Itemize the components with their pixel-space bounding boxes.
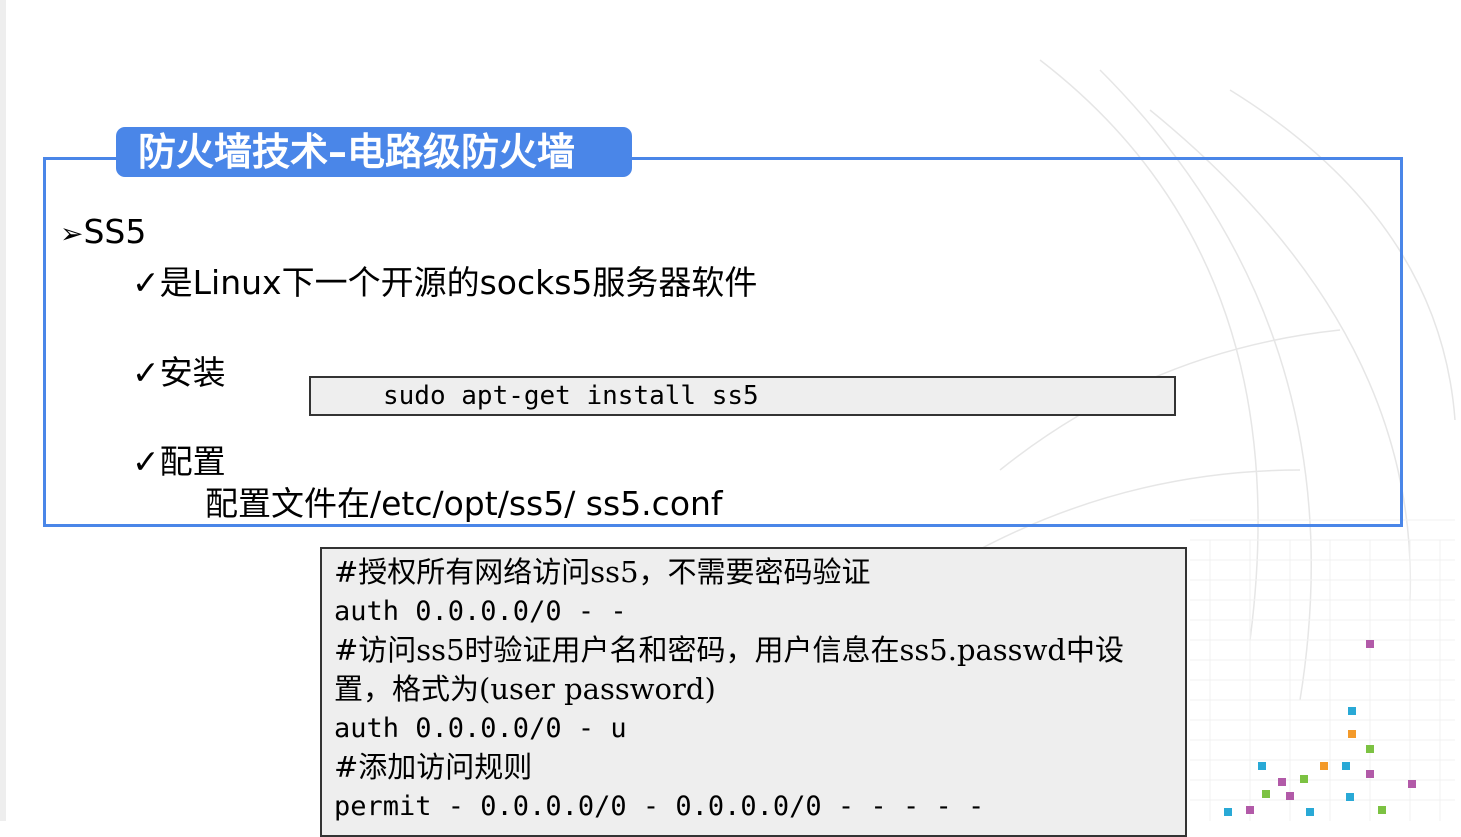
config-line: #添加访问规则 — [334, 750, 533, 784]
item-description: ✓是Linux下一个开源的socks5服务器软件 — [132, 256, 757, 304]
config-line: #访问ss5时验证用户名和密码，用户信息在ss5.passwd中设 — [334, 633, 1124, 667]
item-install: ✓安装 — [132, 346, 226, 394]
config-code-box: #授权所有网络访问ss5，不需要密码验证 auth 0.0.0.0/0 - - … — [320, 547, 1187, 837]
checkmark-icon: ✓ — [132, 263, 160, 302]
item-description-label: 是Linux下一个开源的socks5服务器软件 — [159, 263, 758, 302]
config-line: 置，格式为(user password) — [334, 672, 716, 706]
slide-title: 防火墙技术–电路级防火墙 — [116, 127, 632, 177]
config-path: 配置文件在/etc/opt/ss5/ ss5.conf — [205, 484, 723, 523]
config-line: #授权所有网络访问ss5，不需要密码验证 — [334, 555, 871, 589]
install-command-box: sudo apt-get install ss5 — [309, 376, 1176, 416]
config-line: permit - 0.0.0.0/0 - 0.0.0.0/0 - - - - - — [334, 791, 985, 822]
arrow-bullet-icon: ➢ — [60, 217, 84, 250]
config-line: auth 0.0.0.0/0 - u — [334, 713, 627, 744]
pixel-dots — [1224, 640, 1416, 816]
item-config-label: 配置 — [159, 442, 226, 481]
bullet-ss5-label: SS5 — [83, 212, 147, 251]
item-install-label: 安装 — [159, 353, 226, 392]
content-frame — [43, 157, 1403, 527]
checkmark-icon: ✓ — [132, 442, 160, 481]
item-config: ✓配置 — [132, 435, 226, 483]
config-line: auth 0.0.0.0/0 - - — [334, 596, 627, 627]
checkmark-icon: ✓ — [132, 353, 160, 392]
bullet-ss5: ➢SS5 — [60, 212, 146, 251]
